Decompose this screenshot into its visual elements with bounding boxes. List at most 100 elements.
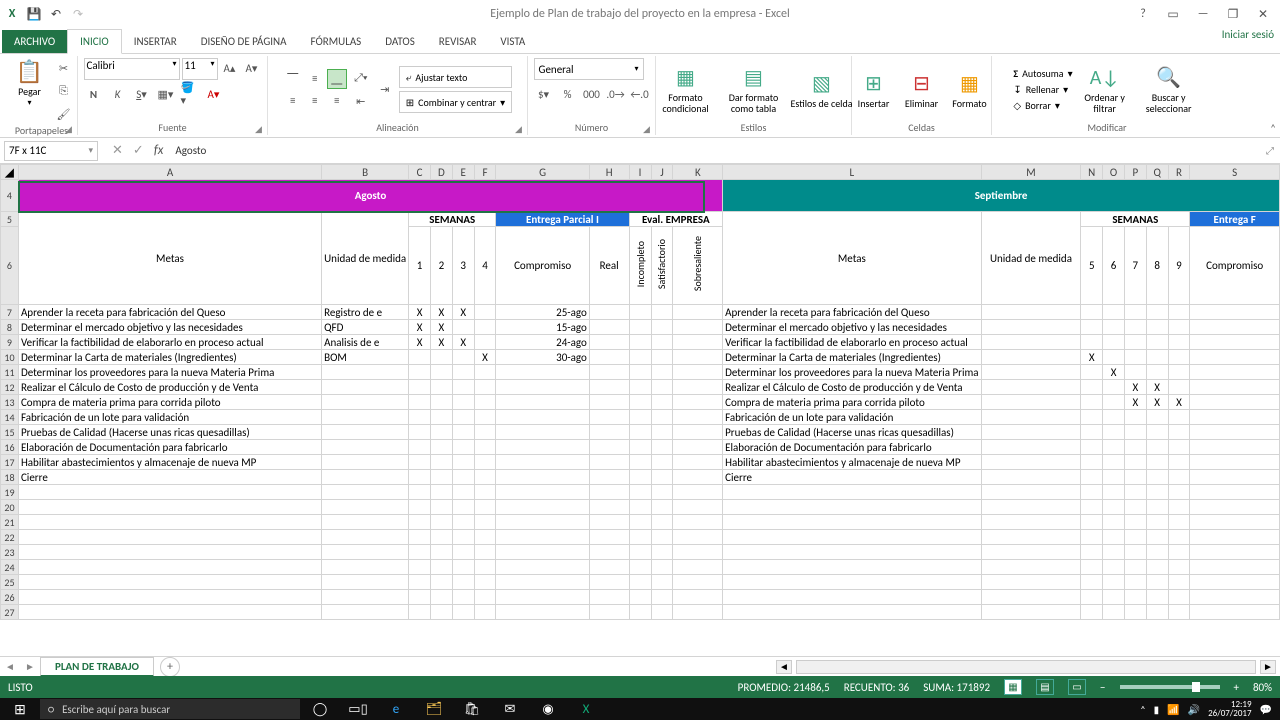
undo-icon[interactable]: ↶ <box>46 4 66 24</box>
explorer-icon[interactable]: 🗂 <box>416 698 452 720</box>
fill-button[interactable]: ↧ Rellenar ▾ <box>1013 83 1072 96</box>
table-row[interactable]: 12Realizar el Cálculo de Costo de produc… <box>1 380 1280 395</box>
hdr-unidad[interactable]: Unidad de medida <box>322 212 409 305</box>
align-top-icon[interactable]: ⎺ <box>283 69 303 89</box>
formula-input[interactable]: Agosto <box>163 144 1266 157</box>
month-agosto[interactable]: Agosto <box>18 180 722 212</box>
taskbar-search[interactable]: ○ Escribe aquí para buscar <box>40 699 300 719</box>
italic-button[interactable]: K <box>108 84 128 104</box>
currency-icon[interactable]: $▾ <box>534 84 554 104</box>
format-painter-icon[interactable]: 🖌 <box>54 104 74 124</box>
increase-indent-icon[interactable]: ⇥ <box>375 80 395 100</box>
chrome-icon[interactable]: ◉ <box>530 698 566 720</box>
hscroll-left[interactable]: ◄ <box>776 660 792 674</box>
table-row[interactable]: 16Elaboración de Documentación para fabr… <box>1 440 1280 455</box>
increase-decimal-icon[interactable]: .0→ <box>606 84 626 104</box>
dialog-launcher-icon[interactable]: ◢ <box>65 124 75 134</box>
cell-styles-button[interactable]: ▧Estilos de celda <box>790 71 854 109</box>
zoom-slider[interactable] <box>1120 685 1220 689</box>
paste-button[interactable]: 📋 Pegar ▾ <box>10 58 50 108</box>
sheet-nav-prev[interactable]: ◄ <box>5 660 15 673</box>
collapse-ribbon-icon[interactable]: ˄ <box>1270 122 1276 135</box>
enter-formula-icon[interactable]: ✓ <box>133 143 144 158</box>
tab-diseno[interactable]: DISEÑO DE PÁGINA <box>189 30 299 53</box>
number-format-combo[interactable]: General▾ <box>534 58 644 80</box>
signin-link[interactable]: Iniciar sesió <box>1222 28 1274 41</box>
close-icon[interactable]: ✕ <box>1250 7 1276 22</box>
view-pagelayout-icon[interactable]: ▤ <box>1036 679 1054 695</box>
expand-formula-icon[interactable]: ⤢ <box>1266 144 1280 157</box>
fill-color-icon[interactable]: 🪣▾ <box>180 84 200 104</box>
tray-chevron-icon[interactable]: ˄ <box>1140 703 1145 716</box>
table-row[interactable]: 7Aprender la receta para fabricación del… <box>1 305 1280 320</box>
table-row[interactable]: 26 <box>1 590 1280 605</box>
delete-cells-button[interactable]: ⊟Eliminar <box>900 71 944 109</box>
help-icon[interactable]: ? <box>1130 7 1156 22</box>
zoom-in-icon[interactable]: + <box>1234 681 1239 694</box>
autosum-button[interactable]: Σ Autosuma ▾ <box>1013 67 1072 80</box>
tab-vista[interactable]: VISTA <box>488 30 537 53</box>
hdr-eval[interactable]: Eval. EMPRESA <box>629 212 723 227</box>
orientation-icon[interactable]: ⤢▾ <box>351 68 371 88</box>
hscroll-right[interactable]: ► <box>1260 660 1276 674</box>
decrease-decimal-icon[interactable]: ←.0 <box>630 84 650 104</box>
table-row[interactable]: 19 <box>1 485 1280 500</box>
table-row[interactable]: 25 <box>1 575 1280 590</box>
bold-button[interactable]: N <box>84 84 104 104</box>
align-bottom-icon[interactable]: ⎽ <box>327 69 347 89</box>
new-sheet-button[interactable]: + <box>160 657 180 677</box>
spreadsheet[interactable]: ◢ A B C D E F G H I J K L M N O P Q R S … <box>0 164 1280 620</box>
edge-icon[interactable]: e <box>378 698 414 720</box>
ribbon-options-icon[interactable]: ▭ <box>1160 7 1186 22</box>
grid-scroll[interactable]: ◢ A B C D E F G H I J K L M N O P Q R S … <box>0 164 1280 660</box>
cut-icon[interactable]: ✂ <box>54 58 74 78</box>
font-size-combo[interactable]: 11▾ <box>182 58 218 80</box>
tab-datos[interactable]: DATOS <box>373 30 427 53</box>
table-row[interactable]: 21 <box>1 515 1280 530</box>
table-row[interactable]: 14Fabricación de un lote para validación… <box>1 410 1280 425</box>
table-row[interactable]: 10Determinar la Carta de materiales (Ing… <box>1 350 1280 365</box>
align-middle-icon[interactable]: ≡ <box>305 69 325 89</box>
view-pagebreak-icon[interactable]: ▭ <box>1068 679 1086 695</box>
dialog-launcher-icon[interactable]: ◢ <box>515 124 525 134</box>
select-all[interactable]: ◢ <box>1 165 19 180</box>
insert-cells-button[interactable]: ⊞Insertar <box>852 71 896 109</box>
tab-formulas[interactable]: FÓRMULAS <box>299 30 374 53</box>
hdr-metas[interactable]: Metas <box>18 212 321 305</box>
comma-icon[interactable]: 000 <box>582 84 602 104</box>
zoom-out-icon[interactable]: − <box>1100 681 1105 694</box>
store-icon[interactable]: 🛍 <box>454 698 490 720</box>
underline-button[interactable]: S▾ <box>132 84 152 104</box>
table-row[interactable]: 22 <box>1 530 1280 545</box>
hdr-semanas[interactable]: SEMANAS <box>409 212 496 227</box>
merge-center-button[interactable]: ⊞ Combinar y centrar ▾ <box>399 91 512 113</box>
tab-revisar[interactable]: REVISAR <box>427 30 489 53</box>
copy-icon[interactable]: ⎘ <box>54 81 74 101</box>
font-name-combo[interactable]: Calibri▾ <box>84 58 180 80</box>
clear-button[interactable]: ◇ Borrar ▾ <box>1013 99 1072 112</box>
table-row[interactable]: 18CierreCierre <box>1 470 1280 485</box>
sheet-tab[interactable]: PLAN DE TRABAJO <box>40 657 154 677</box>
decrease-indent-icon[interactable]: ⇤ <box>351 91 371 111</box>
col-header[interactable]: A <box>18 165 321 180</box>
align-center-icon[interactable]: ≡ <box>305 91 325 111</box>
tab-insertar[interactable]: INSERTAR <box>122 30 189 53</box>
find-select-button[interactable]: 🔍Buscar y seleccionar <box>1137 65 1201 114</box>
month-septiembre[interactable]: Septiembre <box>723 180 1280 212</box>
table-row[interactable]: 13Compra de materia prima para corrida p… <box>1 395 1280 410</box>
sheet-nav-next[interactable]: ► <box>25 660 35 673</box>
wrap-text-button[interactable]: ⤶ Ajustar texto <box>399 66 512 88</box>
restore-icon[interactable]: ❐ <box>1220 7 1246 22</box>
table-row[interactable]: 15Pruebas de Calidad (Hacerse unas ricas… <box>1 425 1280 440</box>
dialog-launcher-icon[interactable]: ◢ <box>255 124 265 134</box>
borders-icon[interactable]: ▦▾ <box>156 84 176 104</box>
save-icon[interactable]: 💾 <box>24 4 44 24</box>
notifications-icon[interactable]: 💬 <box>1260 703 1272 716</box>
redo-icon[interactable]: ↷ <box>68 4 88 24</box>
table-row[interactable]: 8Determinar el mercado objetivo y las ne… <box>1 320 1280 335</box>
start-button[interactable]: ⊞ <box>2 698 38 720</box>
format-cells-button[interactable]: ▦Formato <box>948 71 992 109</box>
table-row[interactable]: 20 <box>1 500 1280 515</box>
excel-taskbar-icon[interactable]: X <box>568 698 604 720</box>
table-row[interactable]: 24 <box>1 560 1280 575</box>
